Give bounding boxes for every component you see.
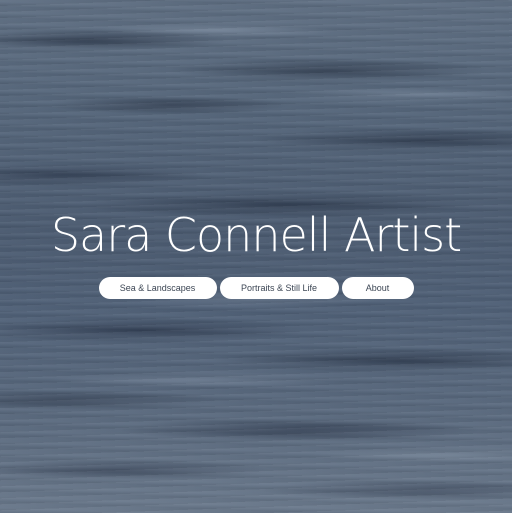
nav-about-button[interactable]: About xyxy=(341,277,414,299)
hero-background: Sara Connell Artist Sea & Landscapes Por… xyxy=(0,0,512,513)
nav-sea-landscapes-button[interactable]: Sea & Landscapes xyxy=(98,277,217,299)
nav-portraits-still-life-button[interactable]: Portraits & Still Life xyxy=(219,277,339,299)
main-nav: Sea & Landscapes Portraits & Still Life … xyxy=(0,277,512,299)
site-title: Sara Connell Artist xyxy=(50,208,462,262)
